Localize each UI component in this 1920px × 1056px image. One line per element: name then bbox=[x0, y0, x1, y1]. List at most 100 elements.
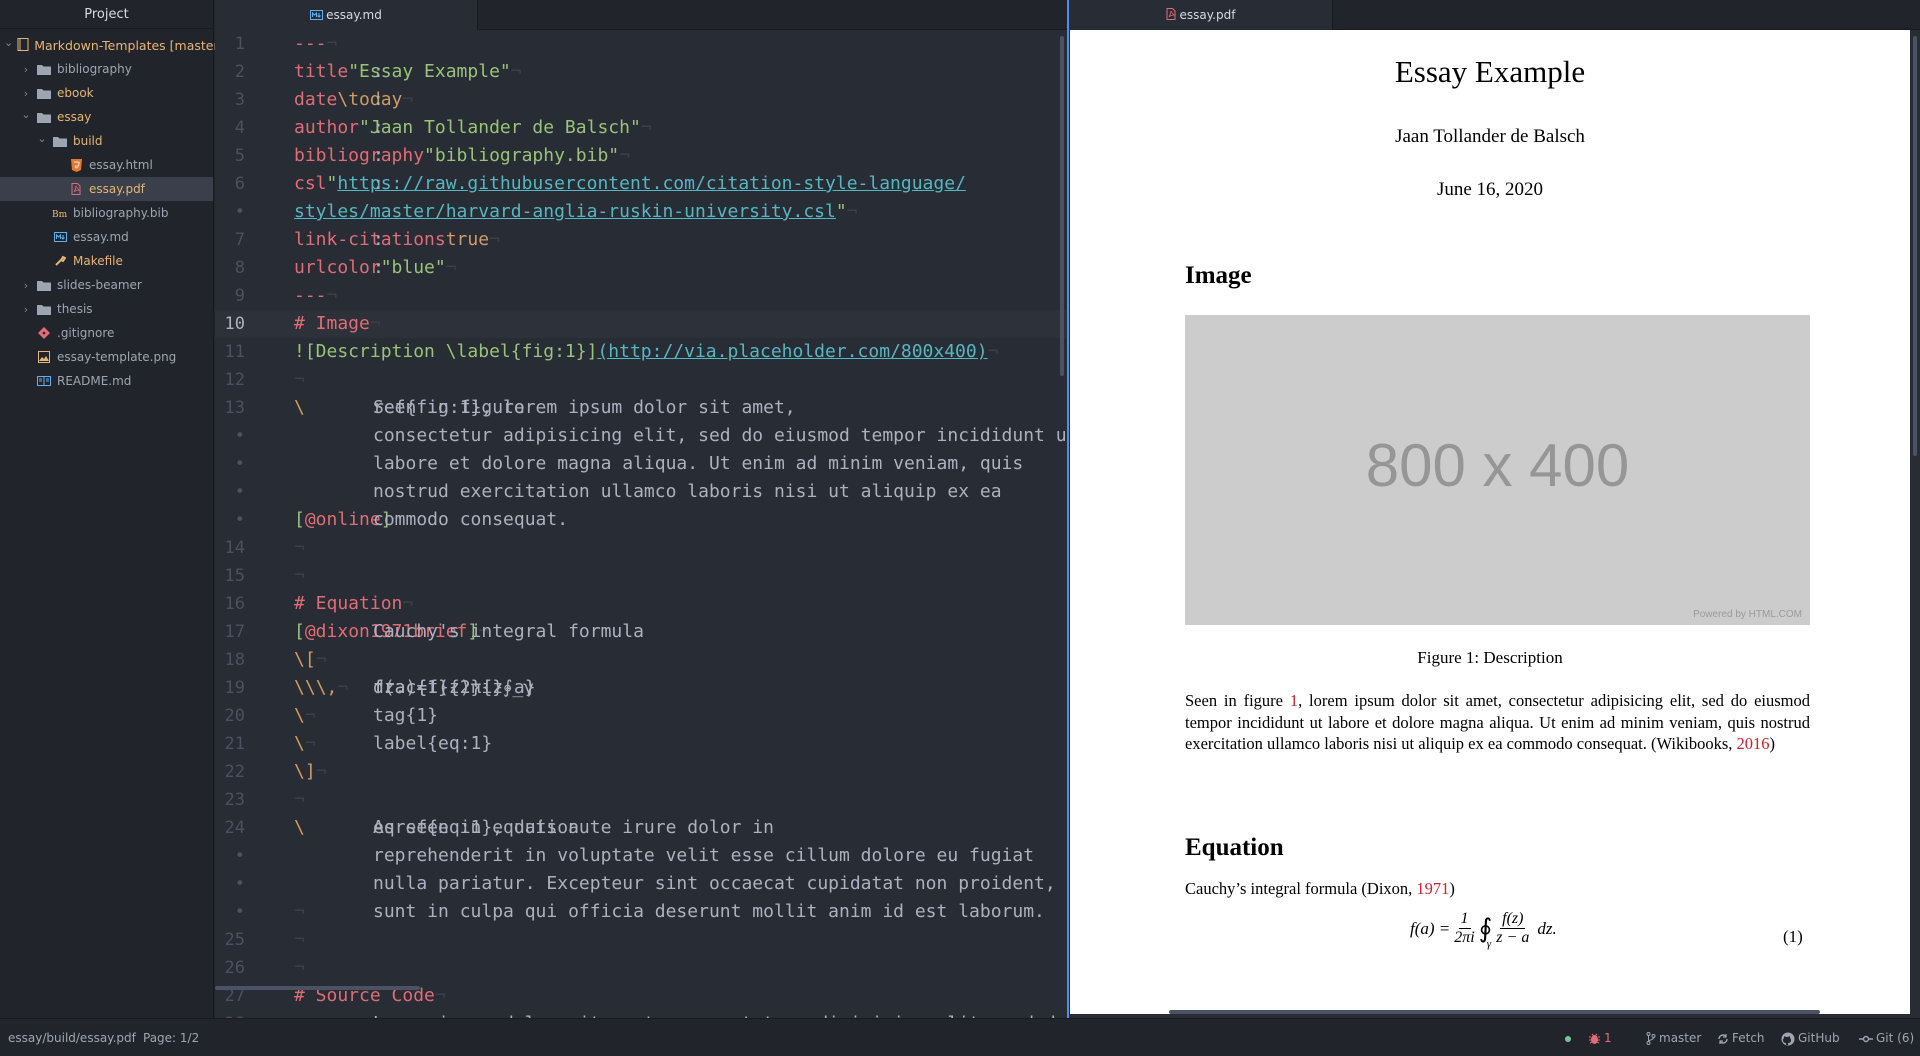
editor-vertical-scrollbar[interactable] bbox=[1060, 36, 1064, 376]
tree-item-gitignore[interactable]: .gitignore bbox=[0, 321, 213, 345]
code-line[interactable]: 7 link-citations: true¬ bbox=[215, 226, 1067, 254]
tab-label: essay.pdf bbox=[1179, 8, 1236, 22]
code-line[interactable]: 11 ![Description \label{fig:1}](http://vi… bbox=[215, 338, 1067, 366]
citation-link[interactable]: 2016 bbox=[1737, 734, 1770, 753]
chevron-down-icon[interactable]: ⌄ bbox=[36, 132, 48, 145]
code-line[interactable]: 3 date: \today¬ bbox=[215, 86, 1067, 114]
code-line[interactable]: • reprehenderit in voluptate velit esse c… bbox=[215, 842, 1067, 870]
code-line[interactable]: • labore et dolore magna aliqua. Ut enim … bbox=[215, 450, 1067, 478]
token-txt: consectetur adipisicing elit, sed do eiu… bbox=[373, 425, 1067, 446]
code-editor[interactable]: 1 ---¬ 2 title: "Essay Example"¬ 3 date: \tod… bbox=[215, 30, 1067, 1018]
token-esc: \ bbox=[294, 817, 305, 838]
code-line[interactable]: 8 urlcolor: "blue"¬ bbox=[215, 254, 1067, 282]
code-line[interactable]: 9 ---¬ bbox=[215, 282, 1067, 310]
figure-ref-link[interactable]: 1 bbox=[1290, 691, 1298, 710]
code-line[interactable]: 1 ---¬ bbox=[215, 30, 1067, 58]
tree-item-thesis[interactable]: › thesis bbox=[0, 297, 213, 321]
chevron-right-icon[interactable]: › bbox=[20, 279, 32, 292]
code-line[interactable]: 18 \[¬ bbox=[215, 646, 1067, 674]
code-line[interactable]: 14 ¬ bbox=[215, 534, 1067, 562]
pdf-horizontal-scrollbar[interactable] bbox=[1169, 1010, 1820, 1014]
chevron-right-icon[interactable]: › bbox=[20, 63, 32, 76]
fetch-button[interactable]: Fetch bbox=[1717, 1019, 1765, 1056]
chevron-right-icon[interactable]: › bbox=[20, 303, 32, 316]
tree-item-makefile[interactable]: Makefile bbox=[0, 249, 213, 273]
tree-item-essay-pdf[interactable]: essay.pdf bbox=[0, 177, 213, 201]
tree-item-ebook[interactable]: › ebook bbox=[0, 81, 213, 105]
code-line[interactable]: 24 As seen in equation \ eqref{eq:1}, duis… bbox=[215, 814, 1067, 842]
code-line[interactable]: 20 \ tag{1} ¬ bbox=[215, 702, 1067, 730]
code-line[interactable]: • sunt in culpa qui officia deserunt moll… bbox=[215, 898, 1067, 926]
tree-item-label: build bbox=[73, 134, 103, 148]
line-text: Cauchy's integral formula [@dixon1971bri… bbox=[294, 618, 644, 646]
tree-item-build[interactable]: ⌄ build bbox=[0, 129, 213, 153]
code-line[interactable]: 12 ¬ bbox=[215, 366, 1067, 394]
tree-item-essay[interactable]: ⌄ essay bbox=[0, 105, 213, 129]
code-line[interactable]: 2 title: "Essay Example"¬ bbox=[215, 58, 1067, 86]
citation-link[interactable]: 1971 bbox=[1416, 879, 1449, 898]
code-line[interactable]: • nostrud exercitation ullamco laboris ni… bbox=[215, 478, 1067, 506]
line-text: f(a)= \ frac{1}{2πi}∮_γ \ frac{f(z)}{z-a} \, d… bbox=[294, 674, 536, 702]
chevron-down-icon[interactable]: ⌄ bbox=[4, 36, 13, 49]
code-line[interactable]: 17 Cauchy's integral formula [@dixon1971b… bbox=[215, 618, 1067, 646]
tree-item-essay-md[interactable]: essay.md bbox=[0, 225, 213, 249]
token-txt: eqref{eq:1}, duis aute irure dolor in bbox=[373, 817, 774, 838]
git-commit-icon bbox=[1859, 1035, 1873, 1042]
token-eol: ¬ bbox=[294, 537, 305, 558]
token-esc: \ bbox=[294, 733, 305, 754]
code-line[interactable]: 26 ¬ bbox=[215, 954, 1067, 982]
code-line[interactable]: • consectetur adipisicing elit, sed do ei… bbox=[215, 422, 1067, 450]
code-line[interactable]: 22 \]¬ bbox=[215, 758, 1067, 786]
line-text: # Equation¬ bbox=[294, 590, 413, 618]
token-esc: \ bbox=[304, 677, 316, 698]
code-line[interactable]: 23 ¬ bbox=[215, 786, 1067, 814]
tree-item-bibliography[interactable]: › bibliography bbox=[0, 57, 213, 81]
tree-item-essay-template-png[interactable]: essay-template.png bbox=[0, 345, 213, 369]
markdown-file-icon bbox=[52, 230, 68, 244]
folder-icon bbox=[36, 62, 52, 76]
github-button[interactable]: GitHub bbox=[1781, 1019, 1840, 1056]
tree-item-essay-html[interactable]: essay.html bbox=[0, 153, 213, 177]
code-line[interactable]: 6 csl: "https://raw.githubusercontent.com… bbox=[215, 170, 1067, 198]
code-line[interactable]: 5 bibliography: "bibliography.bib"¬ bbox=[215, 142, 1067, 170]
code-line[interactable]: 28 Lorem ipsum dolor sit amet, consectetu… bbox=[215, 1010, 1067, 1018]
editor-horizontal-scrollbar[interactable] bbox=[215, 986, 420, 990]
tree-item-slides-beamer[interactable]: › slides-beamer bbox=[0, 273, 213, 297]
status-file-path[interactable]: essay/build/essay.pdf bbox=[8, 1019, 136, 1056]
tree-item-markdown-templates-master[interactable]: ⌄ Markdown-Templates [master] bbox=[0, 33, 224, 57]
tree-item-label: essay.md bbox=[73, 230, 129, 244]
code-line[interactable]: 21 \ label{eq:1} ¬ bbox=[215, 730, 1067, 758]
issues-indicator[interactable]: 1 bbox=[1588, 1019, 1612, 1056]
code-line[interactable]: 15 ¬ bbox=[215, 562, 1067, 590]
code-line[interactable]: 16 # Equation¬ bbox=[215, 590, 1067, 618]
line-text: ¬ bbox=[294, 534, 305, 562]
chevron-down-icon[interactable]: ⌄ bbox=[20, 108, 32, 121]
code-line[interactable]: • styles/master/harvard-anglia-ruskin-uni… bbox=[215, 198, 1067, 226]
line-number: 13 bbox=[224, 398, 245, 418]
code-line[interactable]: 4 author: "Jaan Tollander de Balsch"¬ bbox=[215, 114, 1067, 142]
code-line[interactable]: 10 # Image¬ bbox=[215, 310, 1067, 338]
git-branch-indicator[interactable]: master bbox=[1646, 1019, 1701, 1056]
token-link: styles/master/harvard-anglia-ruskin-univ… bbox=[294, 201, 836, 222]
token-eol: ¬ bbox=[326, 33, 338, 54]
code-line[interactable]: • nulla pariatur. Excepteur sint occaecat… bbox=[215, 870, 1067, 898]
git-panel-button[interactable]: Git (6) bbox=[1859, 1019, 1914, 1056]
code-line[interactable]: 19 f(a)= \ frac{1}{2πi}∮_γ \ frac{f(z)}{z-a} \… bbox=[215, 674, 1067, 702]
chevron-right-icon[interactable]: › bbox=[20, 87, 32, 100]
token-txt: nostrud exercitation ullamco laboris nis… bbox=[373, 481, 1002, 502]
line-number: 9 bbox=[234, 286, 245, 306]
folder-icon bbox=[36, 278, 52, 292]
code-line[interactable]: 13 Seen in figure \ ref{fig:1}, lorem ipsu… bbox=[215, 394, 1067, 422]
git-changes-count: Git (6) bbox=[1876, 1031, 1915, 1045]
tab-essay-pdf[interactable]: essay.pdf bbox=[1069, 0, 1333, 30]
tree-item-bibliography-bib[interactable]: Bm bibliography.bib bbox=[0, 201, 213, 225]
code-line[interactable]: 25 ¬ bbox=[215, 926, 1067, 954]
tab-essay-md[interactable]: essay.md bbox=[215, 0, 478, 30]
editor-pane: essay.md 1 ---¬ 2 title: "Essay Example"¬ 3 d… bbox=[215, 0, 1067, 1018]
pdf-vertical-scrollbar[interactable] bbox=[1913, 36, 1917, 456]
github-label: GitHub bbox=[1798, 1031, 1840, 1045]
token-str: "bibliography.bib" bbox=[424, 145, 620, 166]
code-line[interactable]: • commodo consequat. [@online]¬ bbox=[215, 506, 1067, 534]
image-file-icon bbox=[36, 350, 52, 364]
tree-item-readme-md[interactable]: README.md bbox=[0, 369, 213, 393]
